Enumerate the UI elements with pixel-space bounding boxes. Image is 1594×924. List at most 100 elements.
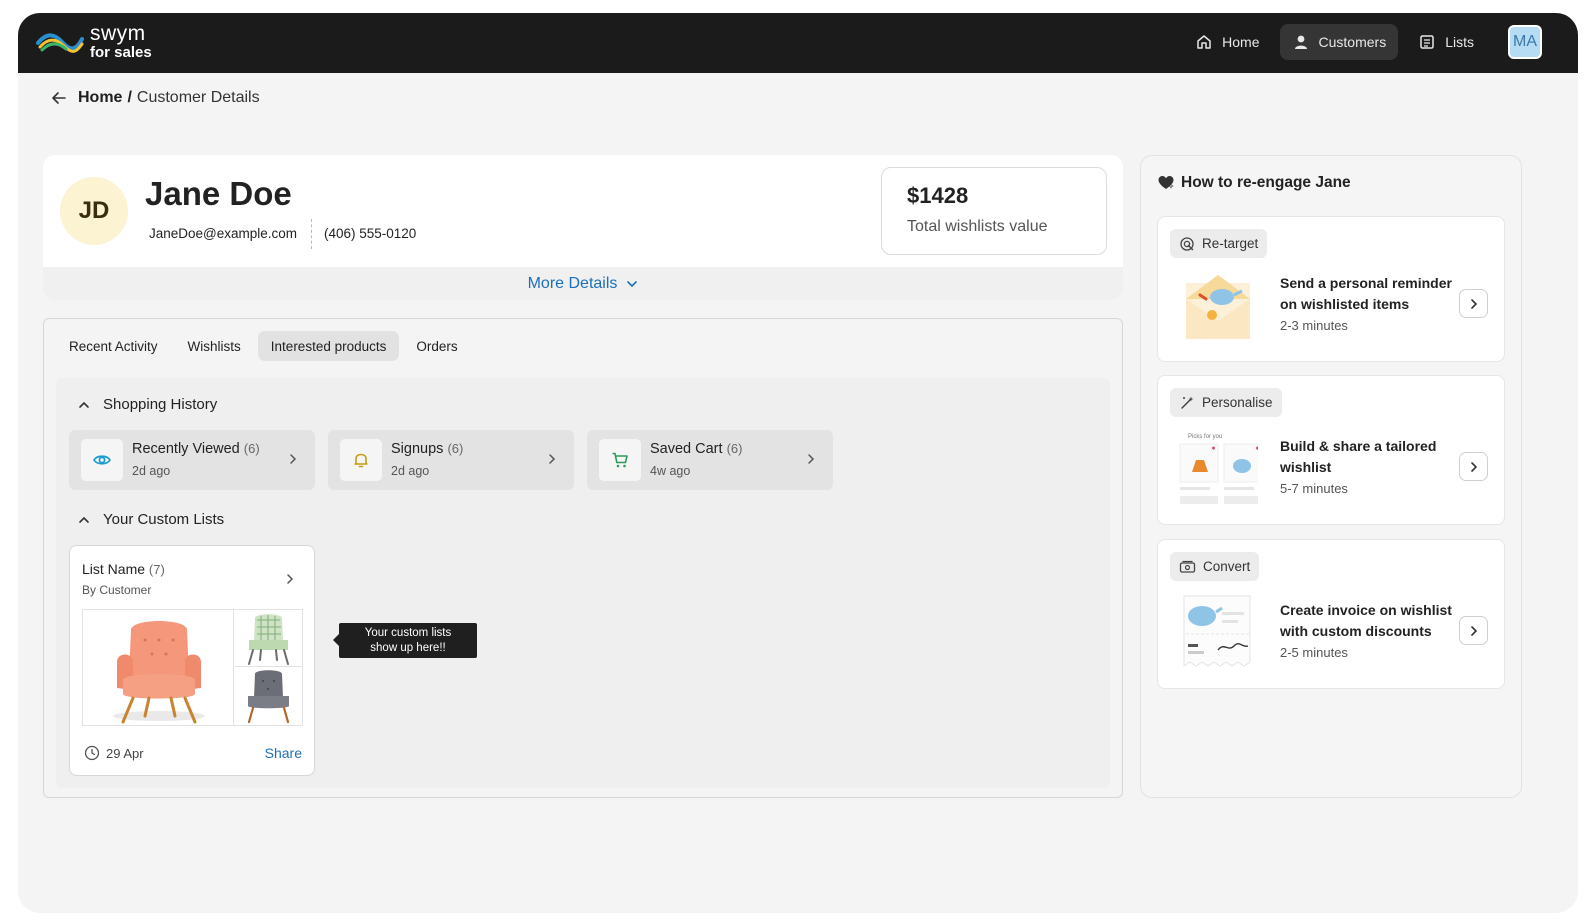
tab-content: Shopping History Recently Viewed (6) 2d … <box>56 378 1110 788</box>
tailored-wishlist-illustration: Picks for you <box>1179 434 1258 504</box>
history-time: 2d ago <box>132 464 171 478</box>
plaid-armchair-image <box>235 610 302 667</box>
nav-customers[interactable]: Customers <box>1279 24 1399 60</box>
card-open-button[interactable] <box>1459 616 1488 645</box>
breadcrumb-home[interactable]: Home <box>78 89 122 107</box>
history-count: (6) <box>726 441 743 456</box>
tooltip-line-1: Your custom lists <box>364 627 452 639</box>
history-recently-viewed[interactable]: Recently Viewed (6) 2d ago <box>69 430 315 490</box>
history-label: Saved Cart <box>650 441 723 457</box>
card-open-button[interactable] <box>1459 289 1488 318</box>
customer-phone[interactable]: (406) 555-0120 <box>324 226 416 241</box>
tooltip-line-2: show up here!! <box>370 641 446 654</box>
tag-label: Convert <box>1203 559 1251 574</box>
chevron-right-icon <box>549 454 556 464</box>
tab-orders[interactable]: Orders <box>403 331 470 361</box>
reengage-panel: How to re-engage Jane Re-target Send a p… <box>1140 155 1522 798</box>
history-count: (6) <box>243 441 260 456</box>
tab-interested-products[interactable]: Interested products <box>257 331 400 361</box>
shopping-history-title: Shopping History <box>103 396 218 413</box>
chevron-right-icon <box>1470 461 1477 472</box>
shopping-history-toggle[interactable]: Shopping History <box>78 396 217 413</box>
chevron-down-icon <box>627 280 638 287</box>
tag-personalise: Personalise <box>1170 388 1282 417</box>
chevron-up-icon <box>79 401 89 408</box>
share-list-button[interactable]: Share <box>265 745 302 761</box>
history-label: Signups <box>391 441 444 457</box>
eye-icon <box>93 455 111 465</box>
chevron-right-icon <box>1470 625 1477 636</box>
tag-retarget: Re-target <box>1170 229 1268 258</box>
tag-convert: Convert <box>1170 552 1260 581</box>
breadcrumb-current: Customer Details <box>136 89 260 106</box>
chevron-right-icon <box>290 454 297 464</box>
list-name: List Name <box>82 561 146 577</box>
history-signups[interactable]: Signups (6) 2d ago <box>328 430 574 490</box>
app-window: swym for sales Home Customers Lists MA H… <box>18 13 1578 913</box>
customer-avatar: JD <box>60 177 128 245</box>
invoice-illustration <box>1183 595 1251 667</box>
target-icon <box>1180 236 1194 251</box>
signups-icon-box <box>340 439 382 481</box>
orange-armchair-image <box>83 610 234 725</box>
clock-icon <box>84 745 100 761</box>
card-duration: 2-3 minutes <box>1280 318 1348 333</box>
custom-list-card[interactable]: List Name (7) By Customer 29 Apr Share <box>69 545 315 776</box>
brand-name: swym <box>90 22 146 45</box>
list-date-text: 29 Apr <box>106 745 144 761</box>
user-avatar[interactable]: MA <box>1508 25 1542 59</box>
customer-profile-card: JD Jane Doe JaneDoe@example.com (406) 55… <box>43 155 1123 300</box>
custom-lists-toggle[interactable]: Your Custom Lists <box>78 511 224 528</box>
lists-icon <box>1420 35 1434 49</box>
breadcrumb: Home / Customer Details <box>50 89 260 107</box>
bell-icon <box>354 453 368 468</box>
custom-lists-title: Your Custom Lists <box>103 511 225 528</box>
swym-logo[interactable]: swym for sales <box>36 23 152 60</box>
card-open-button[interactable] <box>1459 452 1488 481</box>
grey-armchair-image <box>235 668 302 725</box>
chevron-right-icon <box>1470 298 1477 309</box>
history-count: (6) <box>447 441 464 456</box>
history-time: 4w ago <box>650 464 691 478</box>
chevron-up-icon <box>79 516 89 523</box>
card-title: Send a personal reminder on wishlisted i… <box>1280 275 1452 312</box>
nav-lists[interactable]: Lists <box>1406 24 1486 60</box>
tab-wishlists[interactable]: Wishlists <box>175 331 254 361</box>
reengage-card-convert[interactable]: Convert Create invoice on wishlist with … <box>1157 539 1505 689</box>
main-nav: Home Customers Lists MA <box>1175 24 1542 60</box>
customer-name: Jane Doe <box>145 175 292 212</box>
chevron-right-icon[interactable] <box>284 572 296 586</box>
top-navbar: swym for sales Home Customers Lists MA <box>18 13 1578 73</box>
envelope-reminder-illustration <box>1186 275 1250 339</box>
nav-home-label: Home <box>1222 34 1260 50</box>
wishlist-value-box: $1428 Total wishlists value <box>881 167 1107 255</box>
more-details-label: More Details <box>527 274 618 292</box>
magic-wand-icon <box>1181 396 1194 409</box>
picks-for-you-caption: Picks for you <box>1188 434 1222 440</box>
recently-viewed-icon-box <box>81 439 123 481</box>
wishlist-value-label: Total wishlists value <box>907 218 1048 235</box>
chevron-right-icon <box>808 454 815 464</box>
tab-recent-activity[interactable]: Recent Activity <box>56 331 171 361</box>
reengage-title: How to re-engage Jane <box>1157 174 1351 192</box>
activity-tabs: Recent Activity Wishlists Interested pro… <box>56 331 475 361</box>
reengage-card-retarget[interactable]: Re-target Send a personal reminder on wi… <box>1157 216 1505 362</box>
list-owner: By Customer <box>82 583 152 597</box>
customer-activity-panel: Recent Activity Wishlists Interested pro… <box>43 318 1123 798</box>
cart-icon <box>612 452 628 468</box>
reengage-card-personalise[interactable]: Personalise Picks for you Build & share … <box>1157 375 1505 525</box>
nav-lists-label: Lists <box>1445 34 1474 50</box>
more-details-button[interactable]: More Details <box>43 267 1123 300</box>
reengage-title-text: How to re-engage Jane <box>1181 174 1351 191</box>
history-saved-cart[interactable]: Saved Cart (6) 4w ago <box>587 430 833 490</box>
wishlist-value: $1428 <box>907 183 969 208</box>
history-label: Recently Viewed <box>132 441 240 457</box>
nav-home[interactable]: Home <box>1183 24 1271 60</box>
back-arrow-icon[interactable] <box>50 89 68 107</box>
customer-email[interactable]: JaneDoe@example.com <box>149 226 297 241</box>
saved-cart-icon-box <box>599 439 641 481</box>
profile-summary: JD Jane Doe JaneDoe@example.com (406) 55… <box>43 155 1123 267</box>
contact-divider <box>311 219 312 249</box>
nav-customers-label: Customers <box>1318 34 1387 50</box>
home-icon <box>1197 35 1211 49</box>
